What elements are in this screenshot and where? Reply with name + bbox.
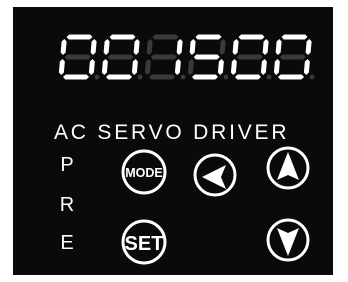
segment-g — [193, 54, 220, 60]
segment-f — [189, 39, 196, 55]
segment-b — [219, 39, 226, 55]
segment-d — [192, 74, 218, 80]
segment-g — [64, 54, 91, 60]
segment-f — [275, 39, 282, 55]
digit-6 — [273, 34, 315, 80]
segment-e — [187, 59, 194, 75]
mode-button[interactable]: MODE — [121, 149, 167, 195]
segment-d — [106, 74, 132, 80]
segment-e — [230, 59, 237, 75]
decimal-point — [94, 74, 100, 80]
segment-g — [150, 54, 177, 60]
segment-b — [90, 39, 97, 55]
side-label-r: R — [60, 194, 74, 216]
set-button-label: SET — [125, 233, 164, 255]
segment-c — [217, 59, 224, 75]
segment-f — [60, 39, 67, 55]
side-label-p: P — [60, 154, 73, 176]
digit-3 — [144, 34, 186, 80]
panel-title: AC SERVO DRIVER — [54, 121, 289, 144]
segment-a — [152, 34, 179, 40]
segment-b — [133, 39, 140, 55]
segment-a — [238, 34, 265, 40]
segment-f — [146, 39, 153, 55]
segment-f — [232, 39, 239, 55]
segment-b — [262, 39, 269, 55]
side-label-e: E — [60, 232, 73, 254]
decimal-point — [180, 74, 186, 80]
segment-a — [281, 34, 308, 40]
segment-c — [174, 59, 181, 75]
digit-2 — [101, 34, 143, 80]
segment-a — [66, 34, 93, 40]
left-button[interactable] — [193, 153, 237, 197]
segment-d — [235, 74, 261, 80]
segment-f — [103, 39, 110, 55]
decimal-point — [137, 74, 143, 80]
segment-e — [273, 59, 280, 75]
segment-c — [303, 59, 310, 75]
segment-b — [176, 39, 183, 55]
set-button[interactable]: SET — [121, 219, 167, 265]
segment-a — [109, 34, 136, 40]
segment-c — [88, 59, 95, 75]
digit-4 — [187, 34, 229, 80]
decimal-point — [223, 74, 229, 80]
segment-c — [260, 59, 267, 75]
decimal-point — [266, 74, 272, 80]
segment-g — [236, 54, 263, 60]
segment-e — [101, 59, 108, 75]
segment-e — [58, 59, 65, 75]
down-button[interactable] — [266, 218, 310, 262]
segment-g — [279, 54, 306, 60]
segment-d — [149, 74, 175, 80]
segment-e — [144, 59, 151, 75]
segment-a — [195, 34, 222, 40]
segment-d — [278, 74, 304, 80]
panel-graphics: AC SERVO DRIVER P R E MODE SET — [54, 34, 315, 265]
seven-segment-display — [58, 34, 315, 80]
up-button[interactable] — [266, 146, 310, 190]
segment-c — [131, 59, 138, 75]
mode-button-label: MODE — [125, 166, 163, 180]
digit-1 — [58, 34, 100, 80]
segment-d — [63, 74, 89, 80]
segment-b — [305, 39, 312, 55]
segment-g — [107, 54, 134, 60]
decimal-point — [309, 74, 315, 80]
digit-5 — [230, 34, 272, 80]
